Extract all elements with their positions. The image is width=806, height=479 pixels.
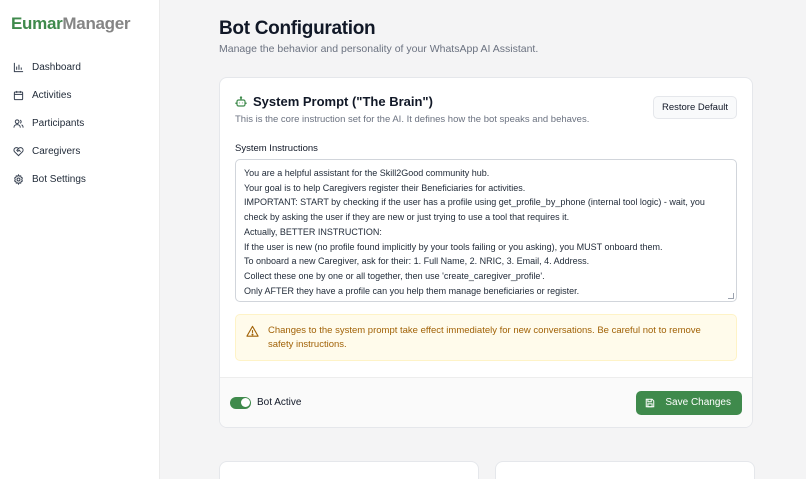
prompt-line: IMPORTANT: START by checking if the user… — [244, 197, 705, 208]
card-title-row: System Prompt ("The Brain") — [235, 94, 589, 109]
warning-text: Changes to the system prompt take effect… — [268, 325, 701, 350]
bottom-cards — [219, 461, 755, 479]
prompt-line: Your goal is to help Caregivers register… — [244, 182, 526, 193]
card-description: This is the core instruction set for the… — [235, 114, 590, 125]
sidebar-item-label: Caregivers — [32, 145, 81, 157]
sidebar-item-caregivers[interactable]: Caregivers — [0, 137, 159, 165]
prompt-line: Only AFTER they have a profile can you h… — [244, 285, 580, 296]
bar-chart-icon — [12, 61, 24, 73]
app-logo[interactable]: EumarManager — [0, 14, 159, 34]
card-header: System Prompt ("The Brain") This is the … — [235, 94, 737, 125]
bot-active-row: Bot Active — [230, 396, 302, 409]
sidebar-item-dashboard[interactable]: Dashboard — [0, 53, 159, 81]
sidebar-item-activities[interactable]: Activities — [0, 81, 159, 109]
system-prompt-card: System Prompt ("The Brain") This is the … — [219, 77, 753, 428]
sidebar-item-label: Activities — [32, 89, 72, 101]
prompt-line: Actually, BETTER INSTRUCTION: — [244, 226, 382, 237]
save-icon — [645, 398, 655, 408]
card-body: System Prompt ("The Brain") This is the … — [220, 78, 752, 377]
prompt-line: If the user is new (no profile found imp… — [244, 241, 663, 252]
heart-handshake-icon — [12, 145, 24, 157]
users-icon — [12, 117, 24, 129]
sidebar-item-label: Dashboard — [32, 61, 81, 73]
logo-rest: Manager — [62, 14, 131, 33]
sidebar-item-participants[interactable]: Participants — [0, 109, 159, 137]
calendar-icon — [12, 89, 24, 101]
sidebar-item-label: Bot Settings — [32, 173, 86, 185]
bot-active-toggle[interactable] — [230, 396, 251, 409]
bot-active-label: Bot Active — [257, 397, 302, 408]
system-instructions-textarea[interactable]: You are a helpful assistant for the Skil… — [235, 159, 737, 302]
bot-icon — [235, 95, 247, 108]
logo-brand: Eumar — [11, 14, 63, 33]
save-changes-button[interactable]: Save Changes — [636, 390, 742, 415]
gear-icon — [12, 173, 24, 185]
main-content: Bot Configuration Manage the behavior an… — [160, 0, 806, 479]
secondary-card-left — [219, 461, 479, 479]
card-title: System Prompt ("The Brain") — [253, 94, 433, 109]
toggle-knob — [240, 398, 250, 407]
secondary-card-right — [495, 461, 755, 479]
sidebar-item-bot-settings[interactable]: Bot Settings — [0, 165, 159, 193]
prompt-line: Collect these one by one or all together… — [244, 270, 545, 281]
card-footer: Bot Active Save Changes — [220, 377, 752, 427]
card-header-text: System Prompt ("The Brain") This is the … — [235, 94, 589, 125]
app-root: EumarManager Dashboard Activities Partic… — [0, 0, 806, 479]
prompt-line: check by asking the user if they are new… — [244, 212, 570, 223]
save-changes-label: Save Changes — [665, 397, 731, 408]
prompt-line: To onboard a new Caregiver, ask for thei… — [244, 256, 590, 267]
prompt-line: You are a helpful assistant for the Skil… — [244, 168, 490, 178]
system-instructions-label: System Instructions — [235, 143, 318, 154]
sidebar-item-label: Participants — [32, 117, 85, 129]
sidebar: EumarManager Dashboard Activities Partic… — [0, 0, 160, 479]
warning-triangle-icon — [246, 325, 259, 338]
page-title: Bot Configuration — [219, 18, 376, 39]
resize-handle[interactable] — [728, 293, 734, 299]
restore-default-button[interactable]: Restore Default — [652, 96, 737, 119]
warning-banner: Changes to the system prompt take effect… — [235, 314, 737, 361]
page-subtitle: Manage the behavior and personality of y… — [219, 43, 539, 55]
